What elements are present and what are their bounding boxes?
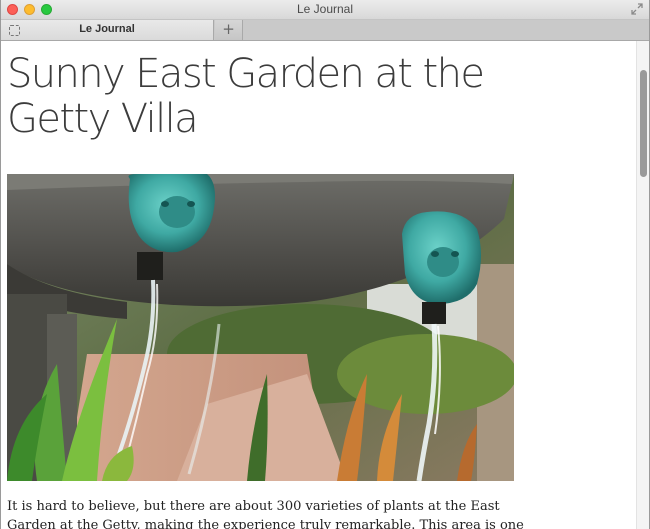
new-tab-button[interactable]: +: [215, 20, 243, 40]
window-title: Le Journal: [296, 2, 354, 16]
tab-bar: Le Journal +: [1, 20, 649, 41]
page-content: Sunny East Garden at the Getty Villa It …: [1, 41, 637, 529]
fullscreen-icon[interactable]: [631, 3, 643, 15]
fountain-photo: [7, 174, 514, 481]
article-headline: Sunny East Garden at the Getty Villa: [7, 51, 485, 142]
article-paragraph: It is hard to believe, but there are abo…: [7, 499, 524, 529]
browser-window: Le Journal Le Journal + Sunny East Garde…: [0, 0, 650, 529]
tab-le-journal[interactable]: Le Journal: [1, 20, 214, 40]
scrollbar-thumb[interactable]: [640, 70, 647, 177]
title-bar[interactable]: Le Journal: [1, 0, 649, 20]
vertical-scrollbar[interactable]: [636, 41, 649, 529]
tab-label: Le Journal: [79, 23, 135, 35]
